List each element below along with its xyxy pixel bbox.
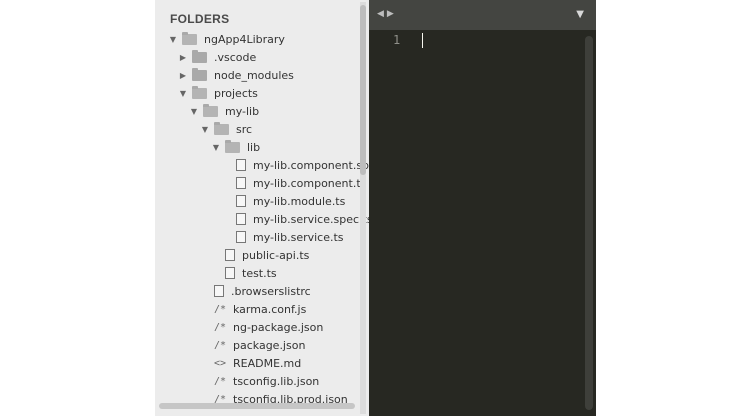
file-icon	[214, 285, 224, 297]
collapsed-arrow-icon[interactable]: ▶	[178, 53, 188, 62]
expanded-arrow-icon[interactable]: ▼	[189, 107, 199, 116]
tree-item-label: test.ts	[242, 266, 277, 280]
tree-item-label: karma.conf.js	[233, 302, 307, 316]
folder-open-icon	[225, 139, 240, 153]
line-number: 1	[393, 33, 401, 47]
tree-item-src[interactable]: ▼ src	[200, 120, 252, 138]
tree-item-vscode[interactable]: ▶ .vscode	[178, 48, 256, 66]
folder-icon	[192, 49, 207, 63]
tree-item-ng-package-json[interactable]: /* ng-package.json	[214, 318, 323, 336]
tree-item-ngapp4library[interactable]: ▼ ngApp4Library	[168, 30, 285, 48]
tree-item-karma-conf-js[interactable]: /* karma.conf.js	[214, 300, 306, 318]
tree-item-label: src	[236, 122, 253, 136]
tree-item-my-lib-component-spec[interactable]: my-lib.component.sp	[236, 156, 369, 174]
json-comment-icon: /*	[214, 375, 227, 387]
tree-item-test-ts[interactable]: test.ts	[225, 264, 277, 282]
tree-item-label: ng-package.json	[233, 320, 324, 334]
folder-open-icon	[182, 31, 197, 45]
folder-open-icon	[203, 103, 218, 117]
tree-item-label: package.json	[233, 338, 306, 352]
expanded-arrow-icon[interactable]: ▼	[168, 35, 178, 44]
tab-bar: ◀▶ ▼	[369, 0, 596, 30]
tree-item-label: public-api.ts	[242, 248, 310, 262]
tree-item-lib[interactable]: ▼ lib	[211, 138, 260, 156]
folder-open-icon	[214, 121, 229, 135]
tab-next-icon[interactable]: ▶	[387, 9, 397, 19]
tree-item-label: my-lib.component.ts	[253, 176, 367, 190]
tree-item-label: my-lib.module.ts	[253, 194, 346, 208]
markup-icon: <>	[214, 357, 227, 369]
file-icon	[236, 159, 246, 171]
json-comment-icon: /*	[214, 321, 227, 333]
expanded-arrow-icon[interactable]: ▼	[200, 125, 210, 134]
collapsed-arrow-icon[interactable]: ▶	[178, 71, 188, 80]
sidebar: FOLDERS ▼ ngApp4Library ▶ .vscode ▶ node…	[155, 0, 369, 416]
tree-item-public-api-ts[interactable]: public-api.ts	[225, 246, 309, 264]
sidebar-horizontal-scrollbar[interactable]	[159, 403, 355, 409]
tree-item-package-json[interactable]: /* package.json	[214, 336, 305, 354]
tab-nav-arrows[interactable]: ◀▶	[377, 9, 397, 19]
folder-icon	[192, 67, 207, 81]
editor-scrollbar[interactable]	[585, 36, 593, 410]
tree-item-label: .vscode	[214, 50, 257, 64]
tree-item-label: my-lib.service.ts	[253, 230, 344, 244]
tree-item-my-lib[interactable]: ▼ my-lib	[189, 102, 259, 120]
tree-item-node-modules[interactable]: ▶ node_modules	[178, 66, 294, 84]
tree-item-label: lib	[247, 140, 261, 154]
folder-open-icon	[192, 85, 207, 99]
file-icon	[236, 195, 246, 207]
expanded-arrow-icon[interactable]: ▼	[211, 143, 221, 152]
file-icon	[225, 249, 235, 261]
file-icon	[236, 231, 246, 243]
js-comment-icon: /*	[214, 303, 227, 315]
tree-item-tsconfig-lib-json[interactable]: /* tsconfig.lib.json	[214, 372, 319, 390]
tree-item-my-lib-service-spec-ts[interactable]: my-lib.service.spec.ts	[236, 210, 369, 228]
tree-item-my-lib-component-ts[interactable]: my-lib.component.ts	[236, 174, 366, 192]
tree-item-label: node_modules	[214, 68, 294, 82]
tab-prev-icon[interactable]: ◀	[377, 9, 387, 19]
sidebar-scrollbar-thumb[interactable]	[360, 5, 366, 175]
file-icon	[236, 177, 246, 189]
editor-pane[interactable]: ◀▶ ▼ 1	[369, 0, 596, 416]
tree-item-label: my-lib.service.spec.ts	[253, 212, 369, 226]
file-icon	[236, 213, 246, 225]
tree-item-label: my-lib	[225, 104, 260, 118]
tab-dropdown-icon[interactable]: ▼	[576, 9, 584, 20]
file-icon	[225, 267, 235, 279]
folders-title: FOLDERS	[170, 12, 230, 26]
tree-item-my-lib-module-ts[interactable]: my-lib.module.ts	[236, 192, 345, 210]
tree-item-projects[interactable]: ▼ projects	[178, 84, 258, 102]
tree-item-browserslistrc[interactable]: .browserslistrc	[214, 282, 311, 300]
tree-item-readme-md[interactable]: <> README.md	[214, 354, 301, 372]
tree-item-label: ngApp4Library	[204, 32, 285, 46]
tree-item-label: .browserslistrc	[231, 284, 311, 298]
editor-window: FOLDERS ▼ ngApp4Library ▶ .vscode ▶ node…	[155, 0, 596, 416]
tree-item-label: tsconfig.lib.json	[233, 374, 320, 388]
tree-item-label: my-lib.component.sp	[253, 158, 369, 172]
tree-item-label: README.md	[233, 356, 302, 370]
tree-item-my-lib-service-ts[interactable]: my-lib.service.ts	[236, 228, 344, 246]
text-cursor	[422, 33, 423, 48]
expanded-arrow-icon[interactable]: ▼	[178, 89, 188, 98]
json-comment-icon: /*	[214, 339, 227, 351]
tree-item-label: projects	[214, 86, 258, 100]
